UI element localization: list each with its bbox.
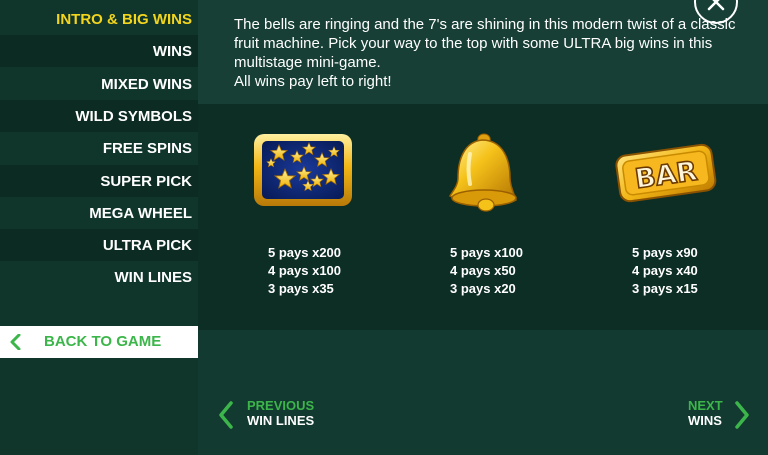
chevron-left-icon	[219, 401, 233, 429]
intro-note: All wins pay left to right!	[234, 73, 392, 90]
sidebar-item-label: WIN LINES	[114, 268, 193, 286]
payout-line: 4 pays x100	[268, 263, 342, 278]
bell-symbol-icon	[449, 133, 517, 212]
payout-line: 5 pays x90	[632, 245, 698, 260]
paytable-panel: 5 pays x200 4 pays x100 3 pays x35 5 pay…	[198, 104, 768, 330]
payout-line: 4 pays x40	[632, 263, 698, 278]
sidebar-item-wins[interactable]: WINS	[0, 35, 198, 67]
payout-list: 5 pays x90 4 pays x40 3 pays x15	[632, 244, 752, 298]
previous-label: PREVIOUS	[247, 398, 315, 413]
payout-line: 5 pays x100	[450, 245, 524, 260]
back-to-game-button[interactable]: BACK TO GAME	[0, 326, 198, 358]
sidebar-item-label: WILD SYMBOLS	[75, 107, 192, 125]
sidebar-item-label: MEGA WHEEL	[89, 204, 192, 222]
intro-panel: The bells are ringing and the 7's are sh…	[198, 0, 768, 104]
help-content: The bells are ringing and the 7's are sh…	[198, 0, 768, 455]
sidebar-item-mixed-wins[interactable]: MIXED WINS	[0, 68, 198, 100]
previous-page-button[interactable]: PREVIOUS WIN LINES	[218, 398, 314, 429]
sidebar-item-mega-wheel[interactable]: MEGA WHEEL	[0, 197, 198, 229]
sidebar-item-label: FREE SPINS	[102, 139, 192, 157]
payout-list: 5 pays x200 4 pays x100 3 pays x35	[268, 244, 388, 298]
sidebar-item-label: INTRO & BIG WINS	[56, 10, 192, 28]
sidebar-item-label: ULTRA PICK	[102, 236, 192, 254]
sidebar-item-label: SUPER PICK	[100, 172, 192, 190]
intro-paragraph: The bells are ringing and the 7's are sh…	[234, 16, 736, 71]
payout-line: 4 pays x50	[450, 263, 516, 278]
sidebar-item-super-pick[interactable]: SUPER PICK	[0, 165, 198, 197]
payout-list: 5 pays x100 4 pays x50 3 pays x20	[450, 244, 570, 298]
sidebar-item-wild-symbols[interactable]: WILD SYMBOLS	[0, 100, 198, 132]
previous-page-name: WIN LINES	[247, 413, 315, 428]
payout-line: 3 pays x35	[268, 281, 334, 296]
sidebar-item-win-lines[interactable]: WIN LINES	[0, 261, 198, 293]
chevron-right-icon	[735, 401, 749, 429]
next-page-button[interactable]: NEXT WINS	[688, 398, 752, 429]
footer-panel	[198, 330, 768, 455]
back-to-game-label: BACK TO GAME	[44, 333, 162, 350]
payout-line: 3 pays x20	[450, 281, 516, 296]
help-sidebar: INTRO & BIG WINS WINS MIXED WINS WILD SY…	[0, 0, 198, 455]
bar-symbol-icon: BAR	[615, 143, 717, 203]
chevron-left-icon	[10, 334, 21, 350]
stars-symbol-icon	[254, 134, 352, 206]
payout-line: 3 pays x15	[632, 281, 698, 296]
sidebar-item-label: MIXED WINS	[101, 75, 192, 93]
intro-text: The bells are ringing and the 7's are sh…	[234, 15, 754, 91]
close-icon	[707, 0, 725, 11]
payout-line: 5 pays x200	[268, 245, 342, 260]
sidebar-item-label: WINS	[152, 42, 192, 60]
sidebar-item-intro-big-wins[interactable]: INTRO & BIG WINS	[0, 3, 198, 35]
sidebar-item-ultra-pick[interactable]: ULTRA PICK	[0, 229, 198, 261]
sidebar-item-free-spins[interactable]: FREE SPINS	[0, 132, 198, 164]
